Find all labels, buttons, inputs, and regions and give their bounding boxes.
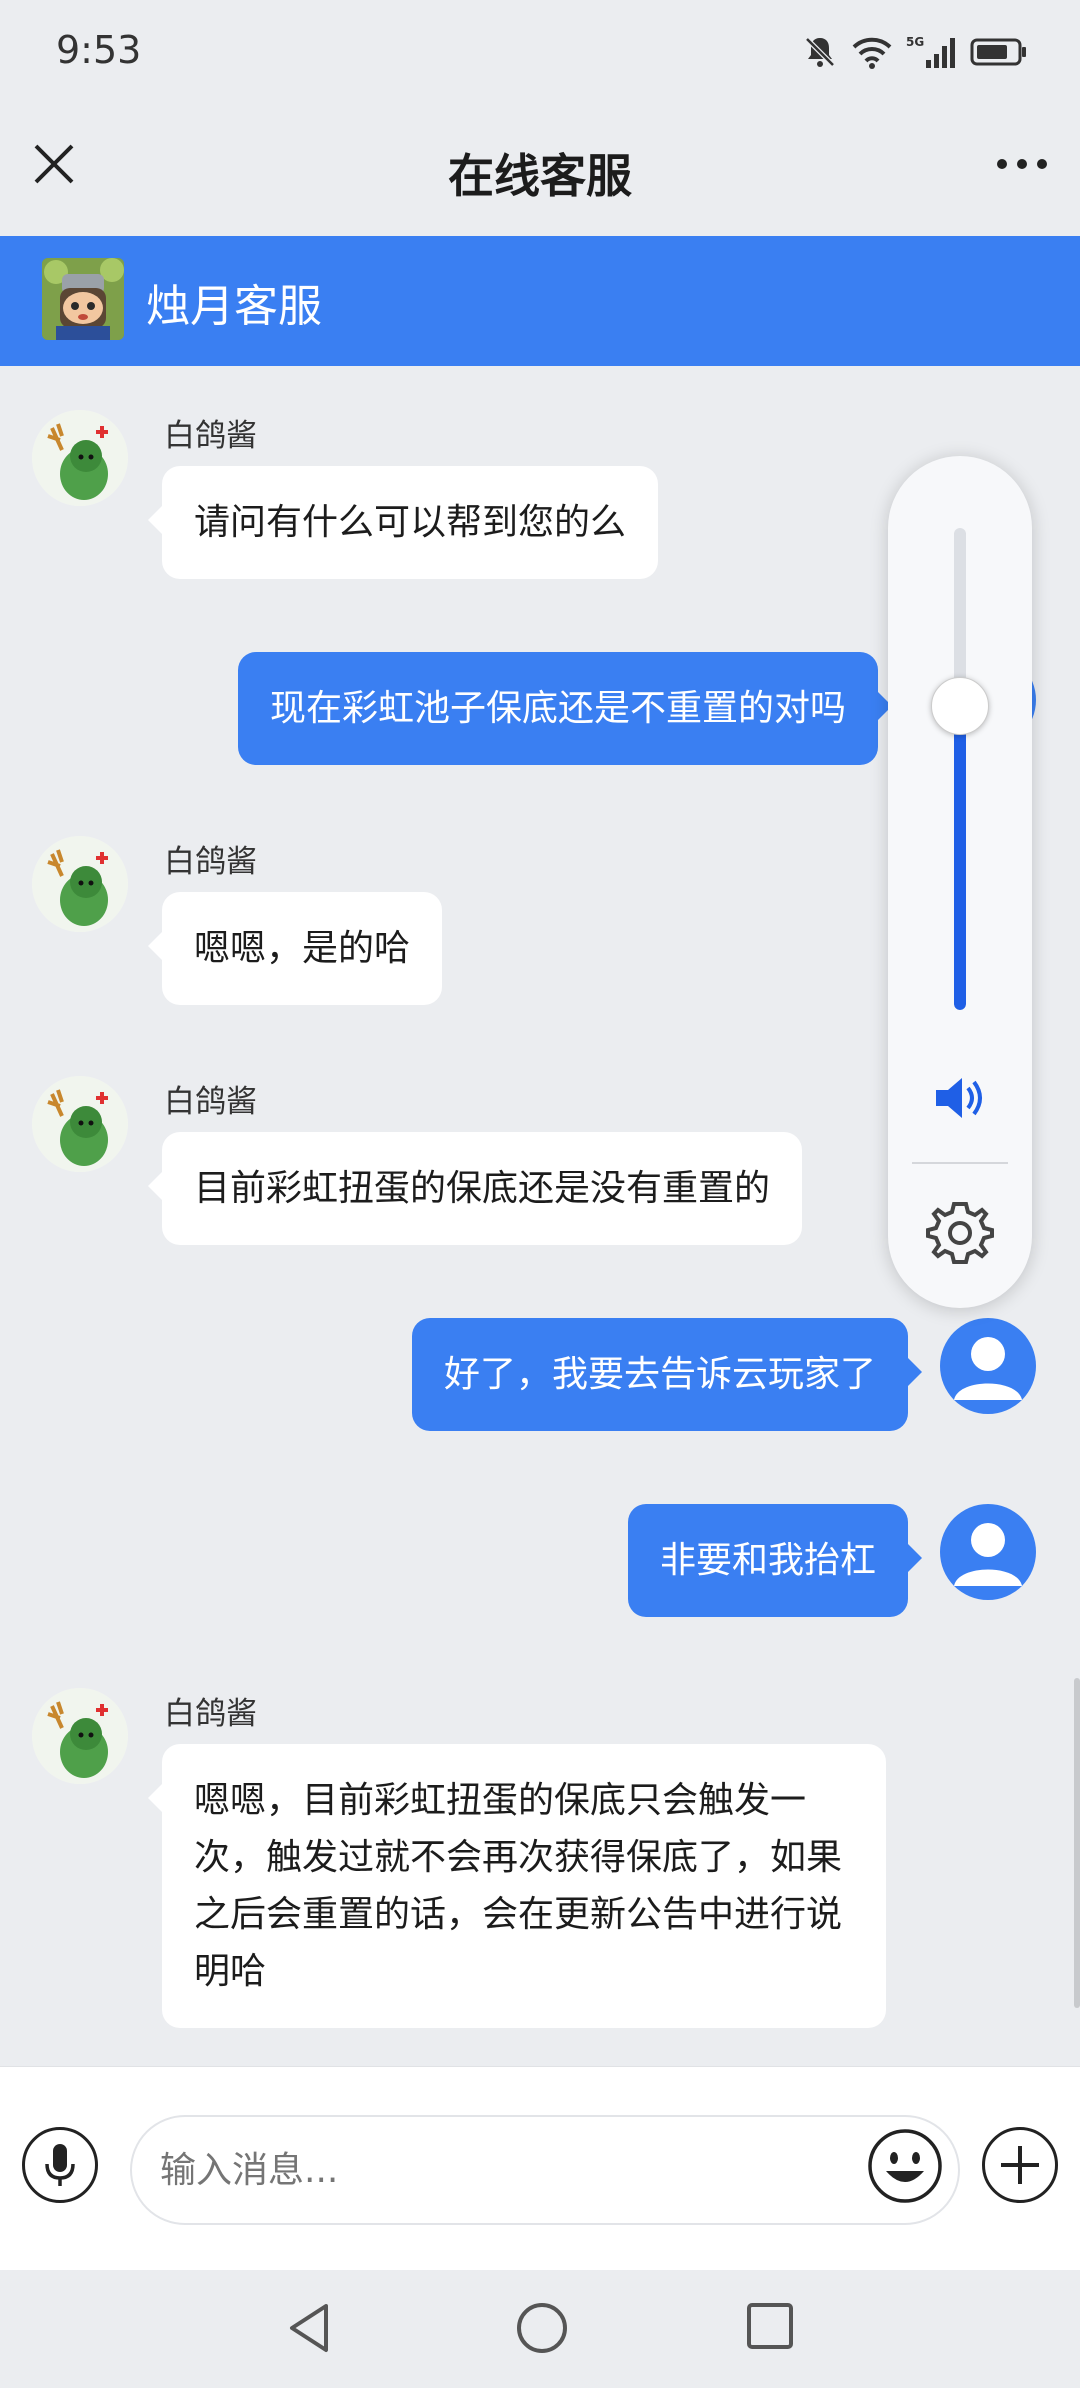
sender-name: 白鸽酱 xyxy=(164,1084,257,1120)
message-bubble-outgoing: 现在彩虹池子保底还是不重置的对吗 xyxy=(238,652,893,765)
page-title: 在线客服 xyxy=(448,149,632,203)
add-attachment-button[interactable] xyxy=(982,2127,1058,2203)
home-circle-icon xyxy=(517,2303,567,2353)
sender-name: 白鸽酱 xyxy=(164,418,257,454)
title-bar: 在线客服 xyxy=(0,100,1080,236)
agent-avatar xyxy=(32,410,128,506)
volume-slider-track[interactable] xyxy=(954,528,966,1010)
status-bar: 9:53 5G xyxy=(0,0,1080,100)
agent-avatar xyxy=(32,836,128,932)
status-time: 9:53 xyxy=(56,28,142,72)
message-bubble-outgoing: 好了，我要去告诉云玩家了 xyxy=(411,1318,923,1431)
volume-settings-button[interactable] xyxy=(926,1198,994,1266)
wifi-icon xyxy=(852,37,892,69)
speaker-button[interactable] xyxy=(928,1066,992,1130)
message-bubble-incoming: 目前彩虹扭蛋的保底还是没有重置的 xyxy=(147,1132,803,1245)
microphone-icon xyxy=(45,2144,75,2186)
more-icon xyxy=(997,159,1047,169)
volume-slider-fill xyxy=(954,706,966,1010)
battery-icon xyxy=(970,38,1026,66)
message-bubble-incoming: 请问有什么可以帮到您的么 xyxy=(147,466,659,579)
emoji-icon xyxy=(868,2129,942,2203)
mute-bell-icon xyxy=(805,37,835,67)
voice-button[interactable] xyxy=(22,2127,98,2203)
service-header: 烛月客服 xyxy=(0,236,1080,366)
volume-panel xyxy=(888,456,1032,1308)
agent-avatar xyxy=(32,1688,128,1784)
more-button[interactable] xyxy=(994,150,1050,178)
nav-home-button[interactable] xyxy=(514,2300,570,2356)
5g-signal-icon: 5G xyxy=(906,35,955,68)
sender-name: 白鸽酱 xyxy=(164,1696,257,1732)
user-avatar xyxy=(940,1504,1036,1600)
message-bubble-incoming: 嗯嗯，是的哈 xyxy=(147,892,443,1005)
message-input[interactable] xyxy=(130,2115,960,2225)
divider xyxy=(912,1162,1008,1164)
emoji-button[interactable] xyxy=(866,2127,944,2205)
service-avatar xyxy=(42,258,124,340)
nav-back-button[interactable] xyxy=(282,2300,338,2356)
sender-name: 白鸽酱 xyxy=(164,844,257,880)
back-triangle-icon xyxy=(290,2304,328,2352)
composer-bar xyxy=(0,2066,1080,2270)
service-name: 烛月客服 xyxy=(146,281,322,332)
speaker-icon xyxy=(936,1078,982,1118)
plus-icon xyxy=(1001,2146,1039,2184)
message-bubble-outgoing: 非要和我抬杠 xyxy=(627,1504,923,1617)
message-bubble-incoming: 嗯嗯，目前彩虹扭蛋的保底只会触发一次，触发过就不会再次获得保底了，如果之后会重置… xyxy=(148,1744,886,2028)
scrollbar[interactable] xyxy=(1074,1678,1080,2008)
user-avatar xyxy=(940,1318,1036,1414)
volume-slider-thumb[interactable] xyxy=(931,677,989,736)
status-icons: 5G xyxy=(802,34,1028,70)
nav-recents-button[interactable] xyxy=(744,2300,796,2352)
agent-avatar xyxy=(32,1076,128,1172)
gear-icon xyxy=(926,1202,994,1264)
system-navigation-bar xyxy=(0,2270,1080,2388)
svg-text:5G: 5G xyxy=(906,35,924,49)
recents-square-icon xyxy=(747,2303,793,2349)
